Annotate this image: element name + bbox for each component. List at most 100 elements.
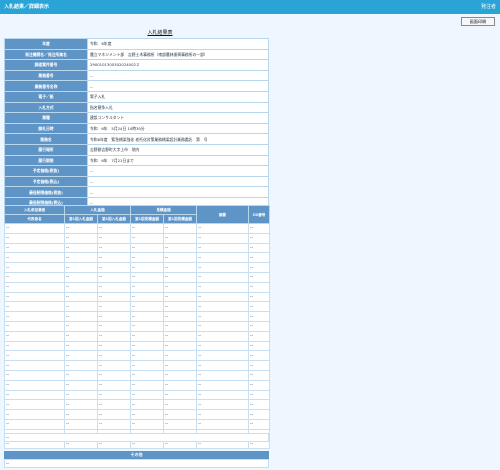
table-cell: -- bbox=[97, 242, 131, 254]
table-cell: -- bbox=[4, 369, 65, 381]
info-label: 開札日時 bbox=[4, 122, 88, 135]
info-value: 電子入札 bbox=[87, 90, 269, 103]
bid-results-table: 入札参加業者 入札金額 見積金額 摘要 CD番号 代表者名 第1回入札金額 第1… bbox=[4, 205, 270, 450]
info-value: 吉野郡吉野町大字上市 地内 bbox=[87, 143, 269, 156]
table-cell: -- bbox=[248, 379, 270, 391]
info-row: 業務番号 -- bbox=[4, 69, 269, 82]
table-cell: -- bbox=[130, 369, 164, 381]
top-bar: 入札結果／詳細表示 発注者 bbox=[0, 0, 500, 14]
print-screen-button[interactable]: 画面印刷 bbox=[461, 17, 495, 26]
table-row: -------------- bbox=[4, 369, 270, 381]
other-section-header: その他 bbox=[4, 451, 269, 459]
bid-info-table: 年度 令和 6年度 発注機関名／発注所属名 農立マネジメント部 吉野土木事務所（南部農… bbox=[4, 38, 269, 220]
table-row: -------------- bbox=[4, 301, 270, 313]
table-cell: -- bbox=[196, 252, 249, 264]
table-cell: -- bbox=[4, 350, 65, 362]
table-cell: -- bbox=[97, 418, 131, 430]
table-cell: -- bbox=[4, 232, 65, 244]
table-cell: -- bbox=[248, 389, 270, 401]
table-cell: -- bbox=[97, 301, 131, 313]
table-cell: -- bbox=[130, 281, 164, 293]
table-cell: -- bbox=[248, 291, 270, 303]
info-label: 電子／紙 bbox=[4, 90, 88, 103]
table-cell: -- bbox=[64, 291, 98, 303]
table-cell: -- bbox=[196, 399, 249, 411]
table-row: -------------- bbox=[4, 389, 270, 401]
table-row: -------------- bbox=[4, 252, 270, 264]
table-cell: -- bbox=[4, 399, 65, 411]
info-value: 指名競争入札 bbox=[87, 101, 269, 114]
table-cell: -- bbox=[130, 271, 164, 283]
info-row: 業種 建設コンサルタント bbox=[4, 112, 269, 124]
table-cell: -- bbox=[248, 252, 270, 264]
table-cell: -- bbox=[97, 311, 131, 322]
info-label: 履行場所 bbox=[4, 143, 88, 156]
table-row: -------------- bbox=[4, 350, 270, 362]
table-cell: -- bbox=[163, 311, 197, 322]
table-cell: -- bbox=[130, 291, 164, 303]
info-row: 業務番号名称 -- bbox=[4, 80, 269, 92]
table-row: -------------- bbox=[4, 232, 270, 244]
table-cell: -- bbox=[130, 340, 164, 352]
table-row: -------------- bbox=[4, 311, 270, 322]
header-estimate-1: 第1回見積金額 bbox=[130, 214, 164, 224]
header-cd-number: CD番号 bbox=[248, 205, 270, 224]
table-cell: -- bbox=[64, 379, 98, 391]
table-cell: -- bbox=[130, 379, 164, 391]
table-cell: -- bbox=[130, 223, 164, 234]
table-cell: -- bbox=[97, 262, 131, 273]
table-cell: -- bbox=[248, 350, 270, 362]
table-cell: -- bbox=[97, 320, 131, 332]
table-cell: -- bbox=[97, 350, 131, 362]
table-row: -------------- bbox=[4, 418, 270, 430]
other-section-value: -- bbox=[4, 459, 269, 468]
info-row: 電子／紙 電子入札 bbox=[4, 90, 269, 103]
table-cell: -- bbox=[248, 330, 270, 342]
table-row: -------------- bbox=[4, 223, 270, 234]
table-cell: -- bbox=[130, 350, 164, 362]
table-cell: -- bbox=[64, 262, 98, 273]
info-value: 農立マネジメント部 吉野土木事務所（南部農林振興事務所の一部） bbox=[87, 48, 269, 61]
table-cell: -- bbox=[163, 242, 197, 254]
table-cell: -- bbox=[64, 281, 98, 293]
table-cell: -- bbox=[196, 223, 249, 234]
info-row: 年度 令和 6年度 bbox=[4, 38, 269, 50]
page-title: 入札結果表 bbox=[147, 30, 173, 36]
table-cell: -- bbox=[248, 320, 270, 332]
table-cell: -- bbox=[248, 409, 270, 420]
table-cell: -- bbox=[248, 232, 270, 244]
table-cell: -- bbox=[4, 301, 65, 313]
table-cell: -- bbox=[64, 311, 98, 322]
header-bid-amount: 入札金額 bbox=[64, 205, 131, 215]
table-cell: -- bbox=[248, 399, 270, 411]
info-value: 令和 6年 5月24日 10時30分 bbox=[87, 122, 269, 135]
table-cell: -- bbox=[130, 418, 164, 430]
table-cell: -- bbox=[196, 242, 249, 254]
table-cell: -- bbox=[97, 252, 131, 264]
info-row: 業務名 令和6年度 緊急橋梁強化 老朽化対策業務橋梁設計業務委託 第 号 bbox=[4, 133, 269, 145]
table-cell: -- bbox=[163, 340, 197, 352]
info-row: 履行場所 吉野郡吉野町大字上市 地内 bbox=[4, 143, 269, 156]
info-label: 業務名 bbox=[4, 133, 88, 145]
table-cell: -- bbox=[196, 360, 249, 371]
table-cell: -- bbox=[64, 252, 98, 264]
table-cell: -- bbox=[248, 281, 270, 293]
table-row: -------------- bbox=[4, 262, 270, 273]
table-cell: -- bbox=[163, 320, 197, 332]
table-cell: -- bbox=[4, 242, 65, 254]
table-cell: -- bbox=[163, 409, 197, 420]
table-cell: -- bbox=[97, 379, 131, 391]
table-cell: -- bbox=[97, 223, 131, 234]
table-cell: -- bbox=[4, 360, 65, 371]
info-row: 発注機関名／発注所属名 農立マネジメント部 吉野土木事務所（南部農林振興事務所の一… bbox=[4, 48, 269, 61]
info-row: 最低制限価格(税抜) -- bbox=[4, 186, 269, 198]
table-row: -------------- bbox=[4, 409, 270, 420]
table-row: -------------- bbox=[4, 330, 270, 342]
table-cell: -- bbox=[4, 271, 65, 283]
table-cell: -- bbox=[64, 399, 98, 411]
header-estimate-2: 第1回見積金額 bbox=[163, 214, 197, 224]
info-label: 調達案件番号 bbox=[4, 59, 88, 71]
table-cell: -- bbox=[196, 291, 249, 303]
info-label: 予定価格(税抜) bbox=[4, 165, 88, 177]
table-cell: -- bbox=[196, 262, 249, 273]
